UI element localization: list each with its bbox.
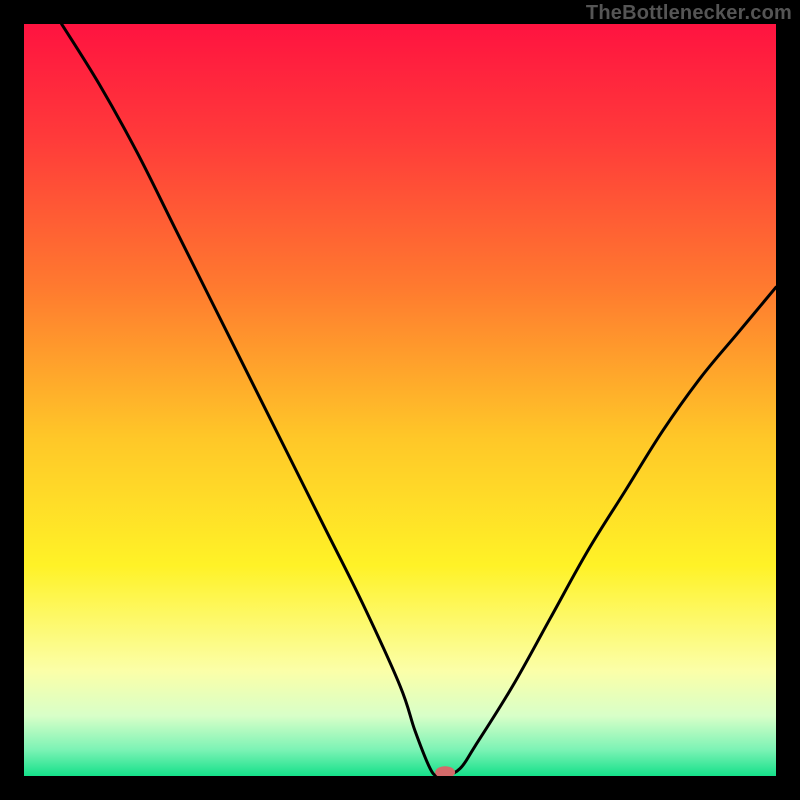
- chart-stage: TheBottlenecker.com: [0, 0, 800, 800]
- attribution-text: TheBottlenecker.com: [586, 2, 792, 25]
- plot-area: [24, 24, 776, 776]
- chart-svg: [24, 24, 776, 776]
- gradient-background: [24, 24, 776, 776]
